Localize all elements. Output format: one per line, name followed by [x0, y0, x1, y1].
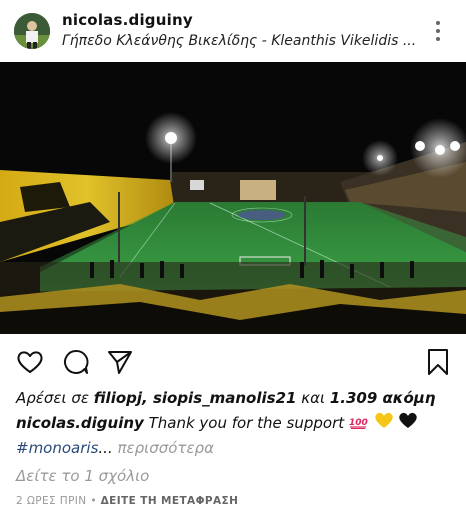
caption-username[interactable]: nicolas.diguiny: [16, 414, 144, 432]
post-header: nicolas.diguiny Γήπεδο Κλεάνθης Βικελίδη…: [0, 0, 466, 62]
yellow-heart-icon: [374, 411, 394, 437]
hashtag-link[interactable]: #monoaris: [16, 439, 98, 457]
caption-ellipsis: ...: [98, 439, 113, 457]
caption: nicolas.diguiny Thank you for the suppor…: [16, 410, 456, 436]
100-emoji-icon: 100: [349, 411, 369, 437]
meta-separator: •: [90, 495, 97, 507]
likes-prefix: Αρέσει σε: [16, 389, 89, 407]
caption-continuation: #monoaris... περισσότερα: [16, 436, 456, 460]
liked-by-users[interactable]: filiopj, siopis_manolis21: [94, 389, 297, 407]
likes-summary[interactable]: Αρέσει σε filiopj, siopis_manolis21 και …: [16, 386, 456, 410]
more-options-icon[interactable]: [430, 20, 446, 42]
see-translation-link[interactable]: ΔΕΙΤΕ ΤΗ ΜΕΤΑΦΡΑΣΗ: [101, 495, 239, 507]
location-link[interactable]: Γήπεδο Κλεάνθης Βικελίδης - Kleanthis Vi…: [62, 33, 416, 49]
post-timestamp: 2 ΩΡΕΣ ΠΡΙΝ: [16, 495, 87, 507]
caption-text: Thank you for the support: [148, 414, 345, 432]
send-icon[interactable]: [106, 348, 134, 376]
post-details: Αρέσει σε filiopj, siopis_manolis21 και …: [16, 386, 456, 512]
post-actions: [0, 334, 466, 386]
post-photo-stadium[interactable]: [0, 62, 466, 334]
post-meta: 2 ΩΡΕΣ ΠΡΙΝ • ΔΕΙΤΕ ΤΗ ΜΕΤΑΦΡΑΣΗ: [16, 490, 456, 512]
username-link[interactable]: nicolas.diguiny: [62, 11, 193, 29]
likes-conjunction: και: [301, 389, 326, 407]
comment-icon[interactable]: [62, 348, 90, 376]
heart-icon[interactable]: [16, 348, 44, 376]
view-comments-link[interactable]: Δείτε το 1 σχόλιο: [16, 462, 456, 490]
bookmark-icon[interactable]: [424, 348, 452, 376]
more-link[interactable]: περισσότερα: [117, 439, 213, 457]
avatar[interactable]: [14, 13, 50, 49]
black-heart-icon: [398, 411, 418, 437]
likes-count[interactable]: 1.309 ακόμη: [330, 389, 436, 407]
